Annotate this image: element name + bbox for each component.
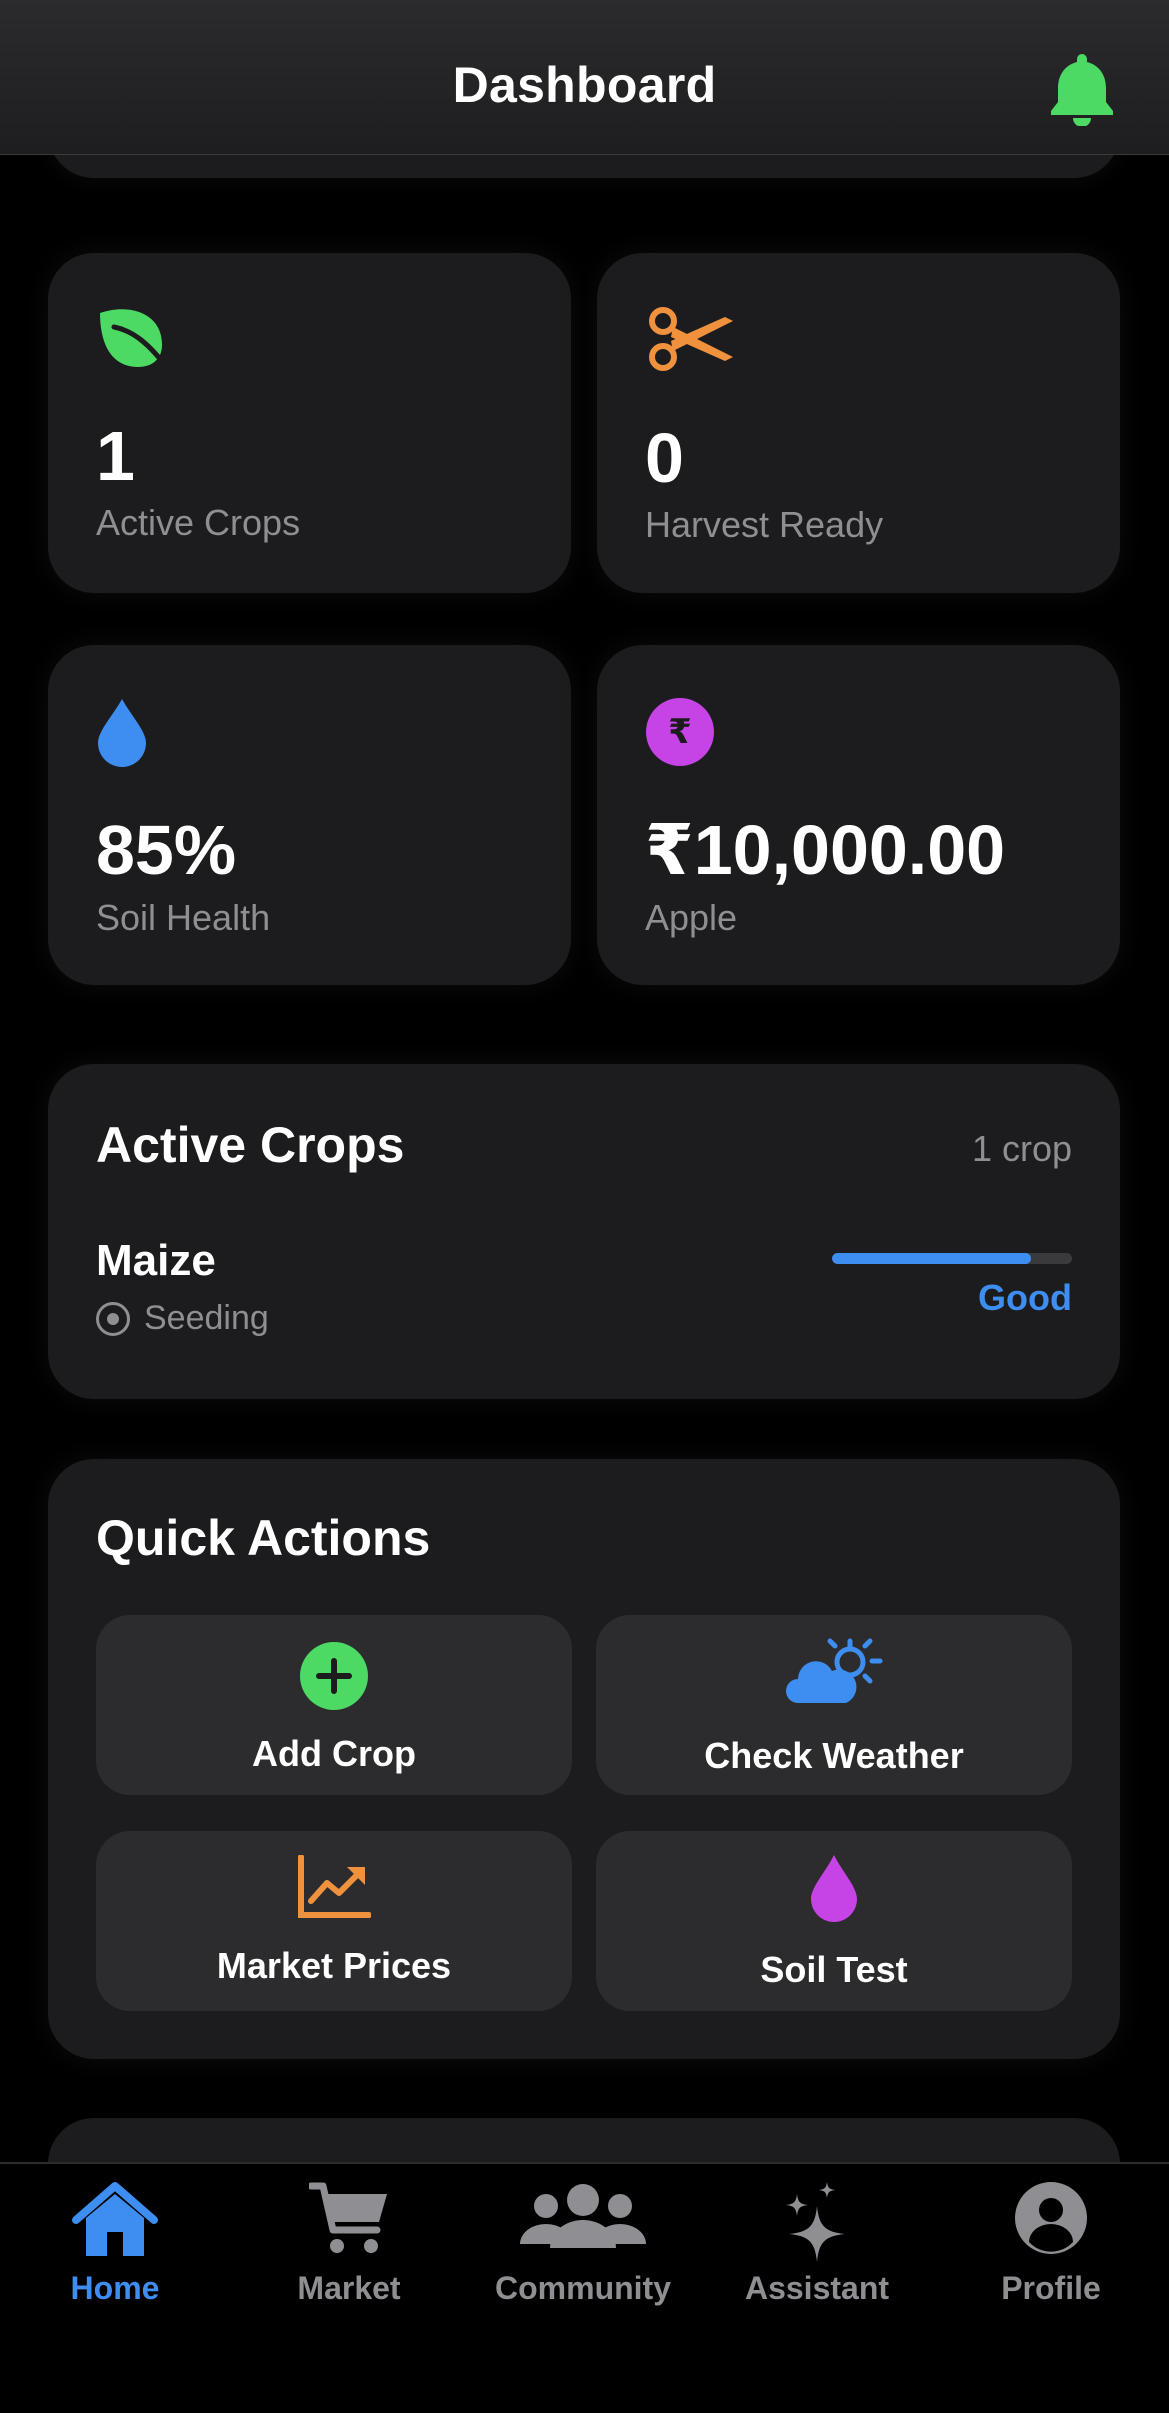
stat-card-price[interactable]: ₹ ₹10,000.00 Apple: [597, 645, 1120, 985]
stat-value: 1: [96, 417, 135, 495]
quick-actions-card: Quick Actions Add Crop Check Weather Mar…: [48, 1459, 1120, 2059]
tab-home[interactable]: Home: [15, 2164, 215, 2314]
app-header: Dashboard: [0, 0, 1169, 155]
stat-card-active-crops[interactable]: 1 Active Crops: [48, 253, 571, 593]
add-crop-button[interactable]: Add Crop: [96, 1615, 572, 1795]
drop-icon: [811, 1855, 857, 1922]
stat-card-soil-health[interactable]: 85% Soil Health: [48, 645, 571, 985]
chart-trend-icon: [298, 1855, 371, 1918]
stat-label: Harvest Ready: [645, 504, 884, 545]
crop-stage-label: Seeding: [144, 1299, 269, 1337]
crop-health-status: Good: [978, 1277, 1072, 1318]
people-icon: [520, 2184, 646, 2248]
market-prices-button[interactable]: Market Prices: [96, 1831, 572, 2011]
stat-card-harvest-ready[interactable]: 0 Harvest Ready: [597, 253, 1120, 593]
tab-assistant[interactable]: Assistant: [717, 2164, 917, 2314]
crop-health-fill: [832, 1253, 1032, 1264]
action-label: Market Prices: [216, 1945, 452, 1986]
tab-label: Community: [495, 2270, 671, 2306]
tab-label: Market: [297, 2270, 401, 2306]
soil-test-button[interactable]: Soil Test: [596, 1831, 1072, 2011]
leaf-icon: [100, 309, 171, 372]
tab-label: Profile: [1001, 2270, 1101, 2306]
stat-value: 85%: [96, 811, 237, 889]
svg-text:₹: ₹: [668, 712, 692, 752]
section-title: Quick Actions: [96, 1510, 431, 1566]
active-crops-card: Active Crops 1 crop Maize Seeding Good: [48, 1064, 1120, 1399]
home-icon: [72, 2182, 158, 2256]
tab-market[interactable]: Market: [249, 2164, 449, 2314]
rupee-icon: ₹: [646, 698, 714, 766]
plus-circle-icon: [300, 1642, 368, 1710]
water-drop-icon: [98, 699, 146, 767]
tab-label: Home: [70, 2270, 160, 2306]
stat-value: ₹10,000.00: [645, 811, 1006, 889]
stat-value: 0: [645, 419, 684, 497]
action-label: Check Weather: [704, 1735, 964, 1776]
cloud-sun-icon: [786, 1638, 883, 1703]
scissors-icon: [649, 307, 733, 371]
page-title: Dashboard: [452, 57, 717, 113]
stat-label: Apple: [645, 897, 738, 938]
cart-icon: [309, 2182, 387, 2253]
target-icon: [96, 1301, 130, 1336]
stat-label: Active Crops: [96, 502, 301, 543]
sparkles-icon: [786, 2182, 845, 2262]
stat-label: Soil Health: [96, 897, 271, 938]
bottom-tab-bar: Home Market Community Assistant Profile: [0, 2162, 1169, 2413]
tab-community[interactable]: Community: [483, 2164, 683, 2314]
bell-icon[interactable]: [1047, 50, 1117, 126]
crop-stage: Seeding: [96, 1299, 269, 1338]
action-label: Add Crop: [252, 1733, 416, 1774]
action-label: Soil Test: [760, 1949, 908, 1990]
check-weather-button[interactable]: Check Weather: [596, 1615, 1072, 1795]
section-title: Active Crops: [96, 1117, 405, 1173]
tab-label: Assistant: [744, 2270, 890, 2306]
crop-count: 1 crop: [971, 1128, 1072, 1169]
crop-name[interactable]: Maize: [96, 1236, 216, 1286]
person-circle-icon: [1015, 2182, 1087, 2254]
tab-profile[interactable]: Profile: [951, 2164, 1151, 2314]
crop-health-bar: [832, 1253, 1072, 1264]
